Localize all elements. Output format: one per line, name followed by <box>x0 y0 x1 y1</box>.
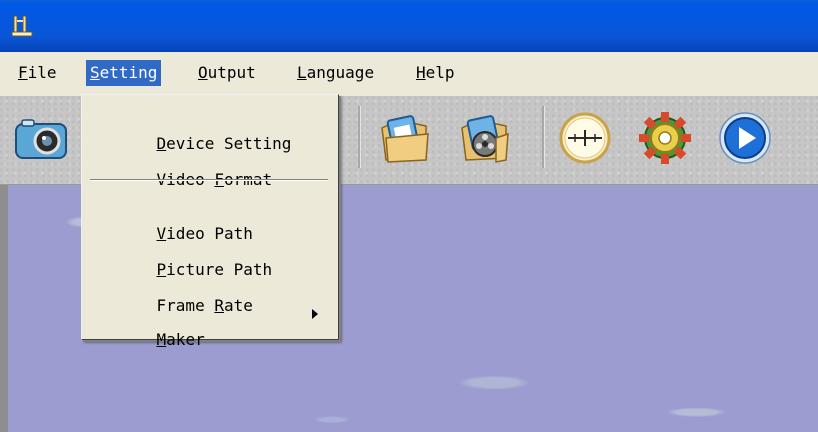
menu-setting-mnemonic: S <box>90 63 100 82</box>
menu-output-label: utput <box>207 63 256 82</box>
camera-icon[interactable] <box>12 108 70 168</box>
menu-bar: File Setting Output Language Help <box>0 52 818 97</box>
toolbar-separator <box>358 106 361 168</box>
submenu-arrow-icon <box>312 309 318 319</box>
menu-item-frame-rate-label: ate <box>223 296 253 315</box>
menu-item-frame-rate[interactable]: Frame Rate <box>118 267 253 315</box>
menu-item-picture-path[interactable]: Picture Path <box>118 231 273 279</box>
menu-item-maker-mnemonic: M <box>156 330 167 349</box>
menu-output-mnemonic: O <box>198 63 208 82</box>
title-bar <box>0 0 818 52</box>
play-icon[interactable] <box>716 108 774 168</box>
menu-file-mnemonic: F <box>18 63 28 82</box>
setting-menu-dropdown: Device Setting Video Format Video Path P… <box>81 94 339 349</box>
menu-item-device-setting[interactable]: Device Setting <box>118 105 292 153</box>
menu-item-maker-label: aker <box>166 330 205 349</box>
menu-help-mnemonic: H <box>416 63 426 82</box>
menu-item-video-format[interactable]: Video Format <box>118 141 273 189</box>
menu-setting[interactable]: Setting <box>86 60 162 86</box>
toolbar-separator <box>542 106 545 168</box>
window-left-edge <box>0 185 8 432</box>
app-icon[interactable] <box>8 12 38 42</box>
menu-file-label: ile <box>27 63 57 82</box>
menu-output[interactable]: Output <box>194 60 260 86</box>
menu-separator <box>90 179 328 181</box>
menu-file[interactable]: File <box>14 60 61 86</box>
menu-help[interactable]: Help <box>412 60 459 86</box>
crosshair-icon[interactable] <box>556 108 614 168</box>
menu-language[interactable]: Language <box>293 60 378 86</box>
gear-icon[interactable] <box>636 108 694 168</box>
folder-picture-icon[interactable] <box>376 108 434 168</box>
menu-language-mnemonic: L <box>297 63 307 82</box>
menu-help-label: elp <box>425 63 455 82</box>
menu-language-label: anguage <box>306 63 375 82</box>
menu-item-frame-rate-mnemonic: R <box>214 296 224 315</box>
menu-item-maker[interactable]: Maker <box>118 301 205 349</box>
menu-setting-label: etting <box>99 63 158 82</box>
folder-video-icon[interactable] <box>456 108 514 168</box>
menu-item-video-path[interactable]: Video Path <box>118 195 253 243</box>
